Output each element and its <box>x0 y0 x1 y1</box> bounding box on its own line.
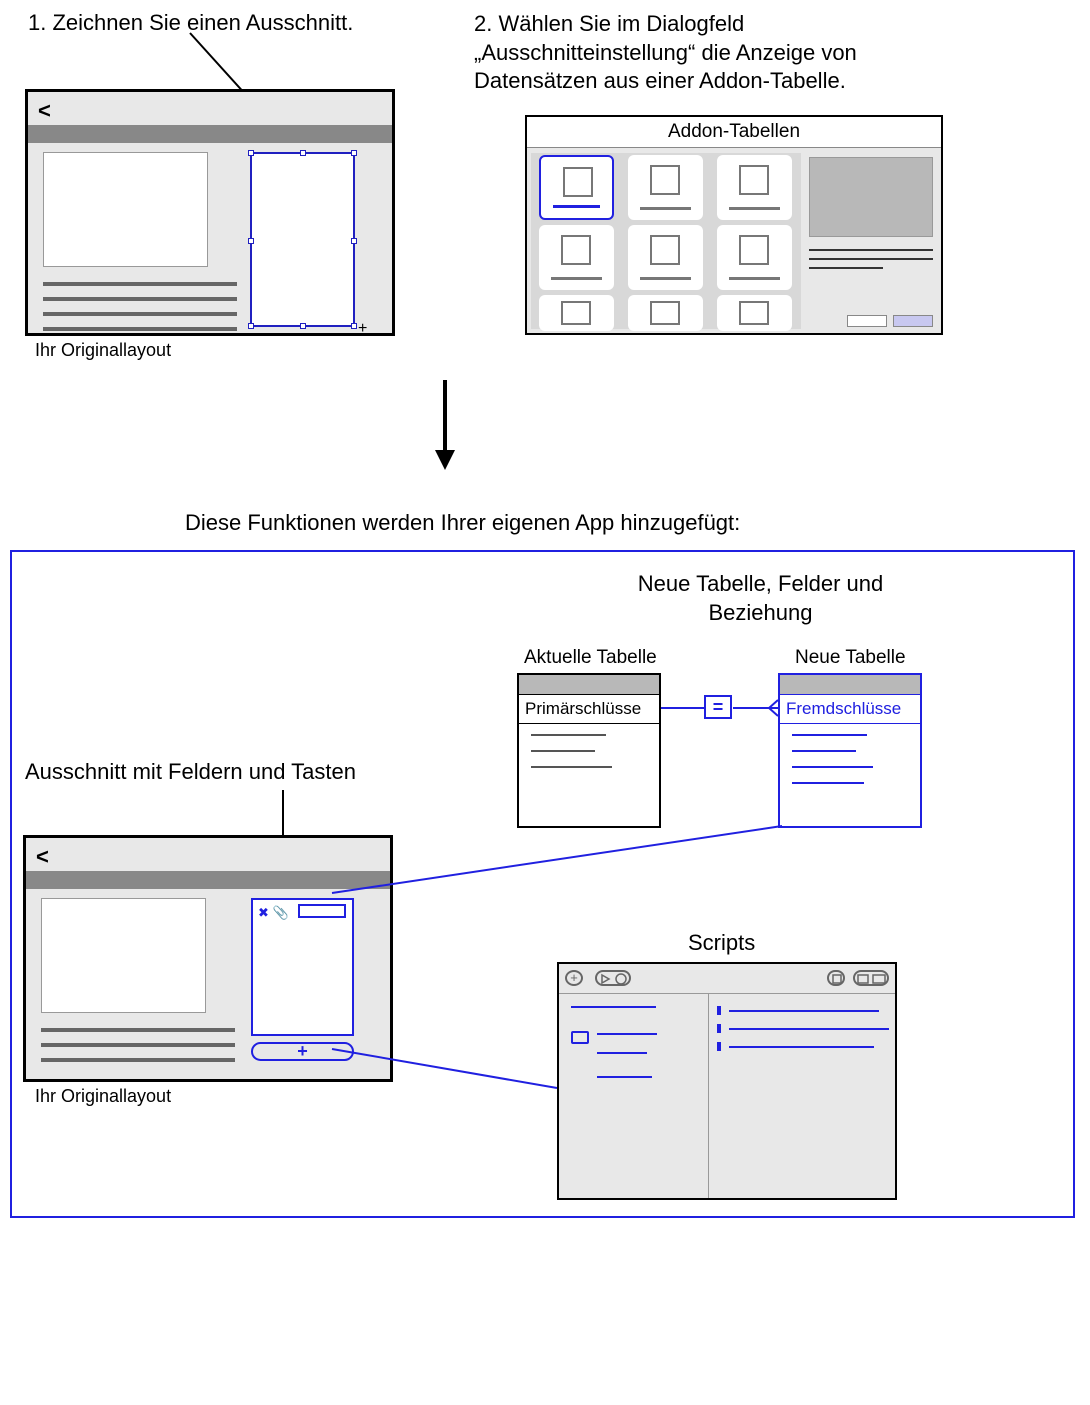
addon-thumb[interactable] <box>717 225 792 290</box>
new-table: Fremdschlüsse <box>778 673 922 828</box>
back-icon: < <box>38 98 51 124</box>
addon-dialog: Addon-Tabellen <box>525 115 943 335</box>
addon-thumb[interactable] <box>628 225 703 290</box>
addon-preview <box>809 157 933 237</box>
add-script-icon[interactable]: + <box>565 970 583 986</box>
back-icon: < <box>36 844 49 870</box>
down-arrow <box>425 375 465 475</box>
addon-thumb[interactable] <box>717 155 792 220</box>
portal-section-title: Ausschnitt mit Feldern und Tasten <box>25 759 356 785</box>
dialog-ok-button[interactable] <box>893 315 933 327</box>
step1-layout-mock: < + <box>25 89 395 336</box>
layout-text-line <box>41 1058 235 1062</box>
addon-description <box>809 249 933 276</box>
layout-text-line <box>43 282 237 286</box>
addon-thumb[interactable] <box>628 155 703 220</box>
layout-text-line <box>43 327 237 331</box>
layout-text-line <box>41 1028 235 1032</box>
layout-titlebar <box>28 125 392 143</box>
layout-left-panel <box>41 898 206 1013</box>
scripts-sidebar <box>559 994 709 1198</box>
portal-caption: Ihr Originallayout <box>35 1086 171 1107</box>
folder-icon[interactable] <box>571 1031 589 1044</box>
dialog-title: Addon-Tabellen <box>527 117 941 148</box>
new-table-label: Neue Tabelle <box>795 647 906 669</box>
scripts-window: + <box>557 962 897 1200</box>
dialog-cancel-button[interactable] <box>847 315 887 327</box>
scripts-toolbar: + <box>559 964 895 994</box>
addon-thumb[interactable] <box>539 225 614 290</box>
thumbs-area <box>531 153 801 329</box>
scripts-heading: Scripts <box>688 930 755 956</box>
layout-left-panel <box>43 152 208 267</box>
current-table-label: Aktuelle Tabelle <box>524 647 657 669</box>
run-icon[interactable] <box>595 970 631 986</box>
tables-heading: Neue Tabelle, Felder und Beziehung <box>588 570 933 627</box>
layout-toggle-icon[interactable] <box>853 970 889 986</box>
portal-delete-icon[interactable]: ✖ 📎 <box>258 905 289 921</box>
connector-to-table <box>332 823 782 893</box>
scripts-main <box>709 994 895 1198</box>
foreign-key-field: Fremdschlüsse <box>780 695 920 724</box>
added-heading: Diese Funktionen werden Ihrer eigenen Ap… <box>185 510 740 536</box>
portal-with-fields[interactable]: ✖ 📎 <box>251 898 354 1036</box>
step2-label: 2. Wählen Sie im Dialogfeld „Ausschnitte… <box>474 10 904 96</box>
portal-selection[interactable] <box>250 152 355 327</box>
layout-text-line <box>41 1043 235 1047</box>
cursor-plus-icon: + <box>358 320 367 338</box>
portal-field-input[interactable] <box>298 904 346 918</box>
addon-thumb[interactable] <box>717 295 792 331</box>
step1-caption: Ihr Originallayout <box>35 340 171 361</box>
relation-operator: = <box>704 695 732 719</box>
addon-thumb-selected[interactable] <box>539 155 614 220</box>
connector-to-scripts <box>332 1048 557 1090</box>
current-table: Primärschlüsse <box>517 673 661 828</box>
stop-icon[interactable] <box>827 970 845 986</box>
layout-text-line <box>43 297 237 301</box>
layout-text-line <box>43 312 237 316</box>
addon-thumb[interactable] <box>539 295 614 331</box>
addon-thumb[interactable] <box>628 295 703 331</box>
primary-key-field: Primärschlüsse <box>519 695 659 724</box>
